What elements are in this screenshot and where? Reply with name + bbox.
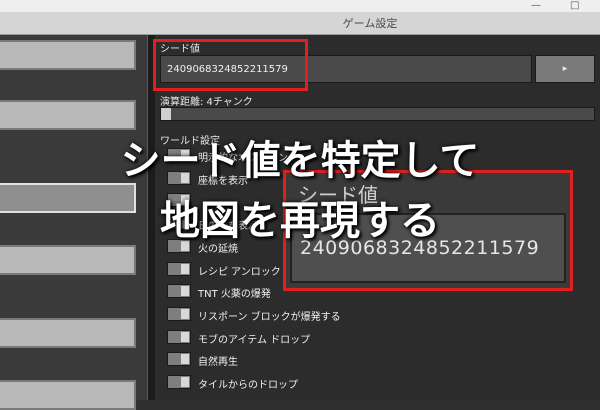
maximize-icon[interactable]: □ <box>570 0 579 12</box>
window-titlebar: — □ <box>0 0 600 12</box>
minimize-icon[interactable]: — <box>531 0 541 12</box>
render-distance-label: 演算距離: 4チャンク <box>160 97 253 108</box>
page-title: ゲーム設定 <box>342 17 398 30</box>
toggle-knob <box>181 308 189 319</box>
nav-button-5[interactable] <box>0 380 136 410</box>
option-toggle[interactable] <box>167 261 191 276</box>
slider-thumb[interactable] <box>161 108 171 120</box>
option-toggle[interactable] <box>167 284 191 299</box>
seed-submit-button[interactable]: ▸ <box>535 55 595 83</box>
option-label: レシピ アンロック <box>198 266 281 278</box>
option-toggle[interactable] <box>167 352 191 367</box>
settings-header: ゲーム設定 <box>0 12 600 35</box>
option-toggle[interactable] <box>167 329 191 344</box>
nav-button-1[interactable] <box>0 40 136 70</box>
option-label: タイルからのドロップ <box>198 380 298 391</box>
option-label: モブのアイテム ドロップ <box>198 334 311 346</box>
render-distance-slider[interactable] <box>160 107 595 121</box>
toggle-knob <box>181 331 189 342</box>
nav-button-2[interactable] <box>0 100 136 130</box>
option-label: リスポーン ブロックが爆発する <box>198 311 341 323</box>
toggle-knob <box>181 286 189 297</box>
option-toggle[interactable] <box>167 375 191 389</box>
option-label: TNT 火薬の爆発 <box>198 289 271 301</box>
toggle-knob <box>181 377 189 387</box>
seed-highlight-box <box>153 39 308 91</box>
nav-button-3[interactable] <box>0 245 136 275</box>
option-toggle[interactable] <box>167 306 191 321</box>
toggle-knob <box>181 263 189 274</box>
option-label: 自然再生 <box>198 357 238 369</box>
overlay-headline-2: 地図を再現する <box>160 198 440 244</box>
toggle-knob <box>181 354 189 365</box>
nav-button-4[interactable] <box>0 318 136 348</box>
overlay-headline-1: シード値を特定して <box>120 138 480 184</box>
play-triangle-icon: ▸ <box>562 64 568 74</box>
